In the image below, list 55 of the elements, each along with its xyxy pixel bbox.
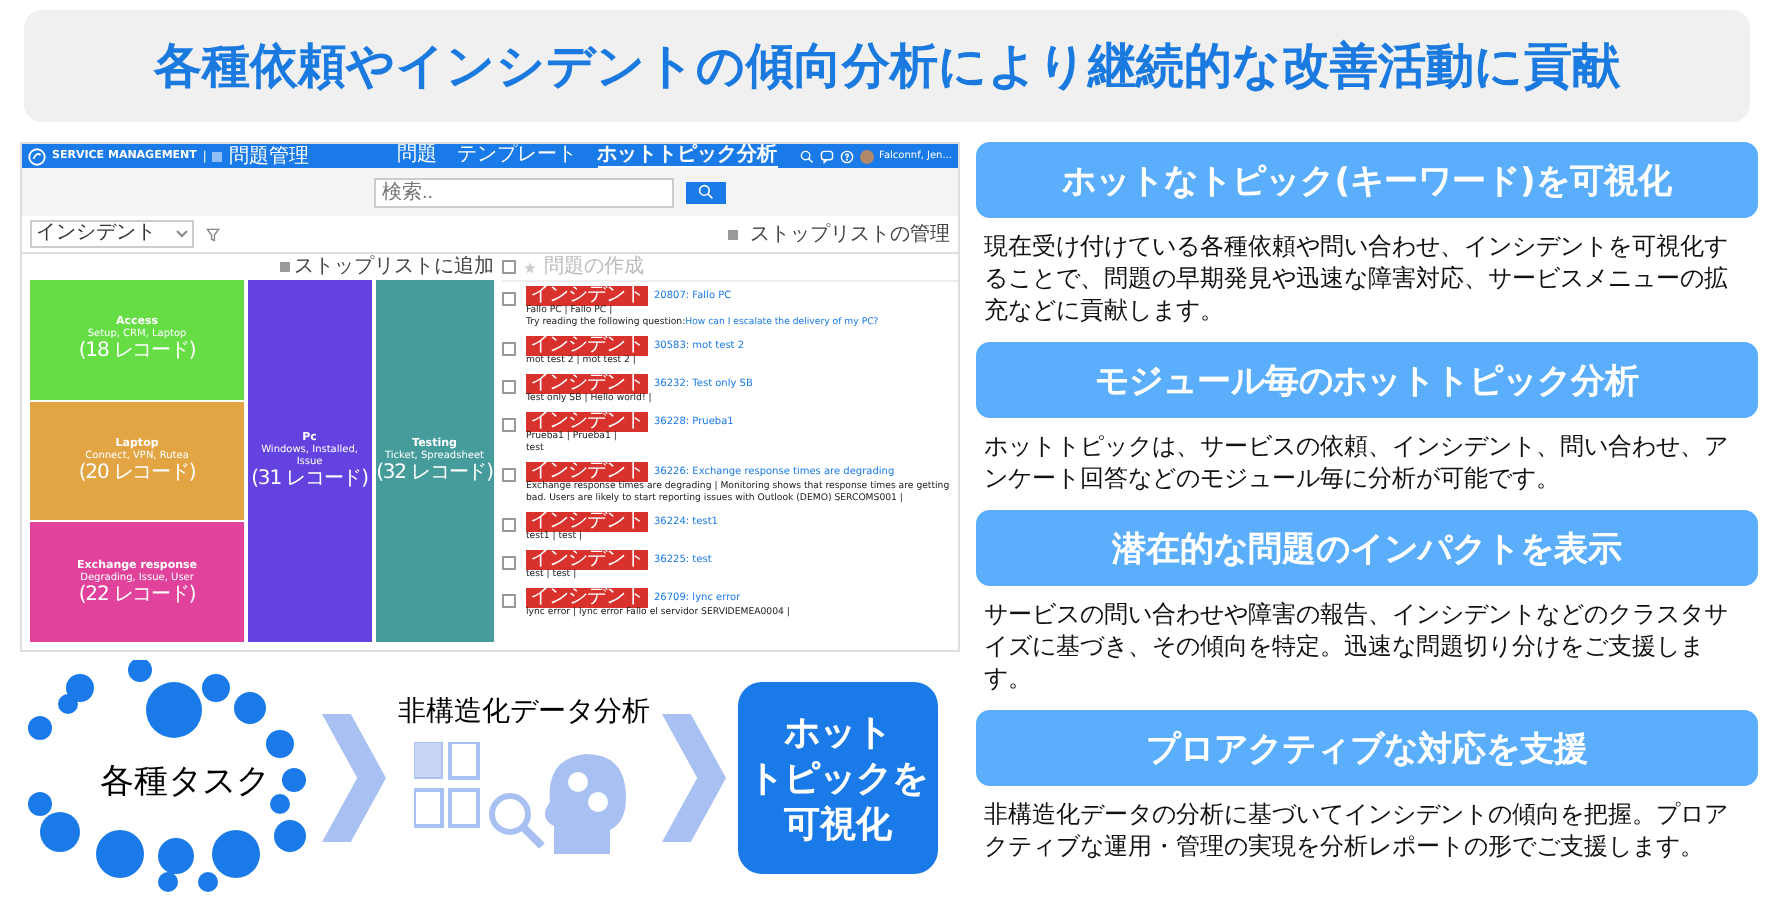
checkbox[interactable] bbox=[502, 260, 516, 274]
incident-tag: インシデント bbox=[526, 374, 648, 394]
checkbox[interactable] bbox=[502, 518, 516, 532]
tile-count: (18 レコード) bbox=[78, 340, 196, 363]
list-icon bbox=[280, 262, 290, 272]
chevron-arrow bbox=[322, 710, 386, 846]
tile-count: (22 レコード) bbox=[78, 583, 196, 606]
help-icon[interactable] bbox=[839, 149, 854, 163]
incident-tag: インシデント bbox=[526, 412, 648, 432]
star-icon[interactable] bbox=[524, 261, 536, 273]
result-text: ホット bbox=[784, 709, 892, 755]
feature-text: サービスの問い合わせや障害の報告、インシデントなどのクラスタサイズに基づき、その傾向を特定。迅速な問題切り分けをご支援します。 bbox=[984, 598, 1730, 694]
result-text: 可視化 bbox=[784, 801, 892, 847]
feature-heading: 潜在的な問題のインパクトを表示 bbox=[976, 510, 1758, 586]
feature-heading: プロアクティブな対応を支援 bbox=[976, 710, 1758, 786]
checkbox[interactable] bbox=[502, 292, 516, 306]
title-banner: 各種依頼やインシデントの傾向分析により継続的な改善活動に貢献 bbox=[24, 10, 1750, 122]
chevron-arrow bbox=[662, 710, 726, 846]
feature-heading: ホットなトピック(キーワード)を可視化 bbox=[976, 142, 1758, 218]
flow-label: 各種タスク bbox=[100, 760, 270, 804]
nav-tab[interactable]: 問題 bbox=[397, 144, 438, 168]
checkbox[interactable] bbox=[502, 594, 516, 608]
search-icon bbox=[698, 184, 714, 200]
caret-icon bbox=[176, 230, 188, 238]
result-text: トピックを bbox=[748, 755, 928, 801]
type-dropdown[interactable]: インシデント bbox=[30, 220, 194, 248]
feature-text: 非構造化データの分析に基づいてインシデントの傾向を把握。プロアクティブな運用・管理の実現を分析レポートの形でご支援します。 bbox=[984, 798, 1730, 862]
incident-tag: インシデント bbox=[526, 512, 648, 532]
search-icon[interactable] bbox=[799, 149, 814, 163]
list-icon bbox=[728, 229, 738, 239]
incident-tag: インシデント bbox=[526, 336, 648, 356]
feature-text: ホットトピックは、サービスの依頼、インシデント、問い合わせ、アンケート回答などのモジュール毎に分析が可能です。 bbox=[984, 430, 1730, 494]
search-field[interactable]: 検索.. bbox=[374, 177, 674, 207]
chat-icon[interactable] bbox=[819, 149, 834, 163]
checkbox[interactable] bbox=[502, 418, 516, 432]
incident-tag: インシデント bbox=[526, 550, 648, 570]
filter-icon[interactable] bbox=[206, 227, 220, 241]
tile-count: (32 レコード) bbox=[376, 462, 493, 484]
grid-icon[interactable] bbox=[212, 151, 223, 161]
feature-heading: モジュール毎のホットトピック分析 bbox=[976, 342, 1758, 418]
checkbox[interactable] bbox=[502, 380, 516, 394]
search-button[interactable] bbox=[686, 181, 726, 203]
tile-count: (20 レコード) bbox=[78, 462, 196, 484]
module-title: 問題管理 bbox=[228, 145, 309, 167]
checkbox[interactable] bbox=[502, 468, 516, 482]
tile-count: (31 レコード) bbox=[251, 468, 368, 490]
incident-tag: インシデント bbox=[526, 286, 648, 306]
incident-tag: インシデント bbox=[526, 588, 648, 608]
checkbox[interactable] bbox=[502, 556, 516, 570]
stoplist-add-link[interactable]: ストップリストに追加 bbox=[294, 256, 494, 278]
feature-text: 現在受け付けている各種依頼や問い合わせ、インシデントを可視化することで、問題の早期発見や迅速な障害対応、サービスメニューの拡充などに貢献します。 bbox=[984, 230, 1730, 326]
checkbox[interactable] bbox=[502, 342, 516, 356]
incident-tag: インシデント bbox=[526, 462, 648, 482]
stoplist-manage-link[interactable]: ストップリストの管理 bbox=[750, 223, 950, 245]
flow-label: 非構造化データ分析 bbox=[398, 694, 650, 730]
